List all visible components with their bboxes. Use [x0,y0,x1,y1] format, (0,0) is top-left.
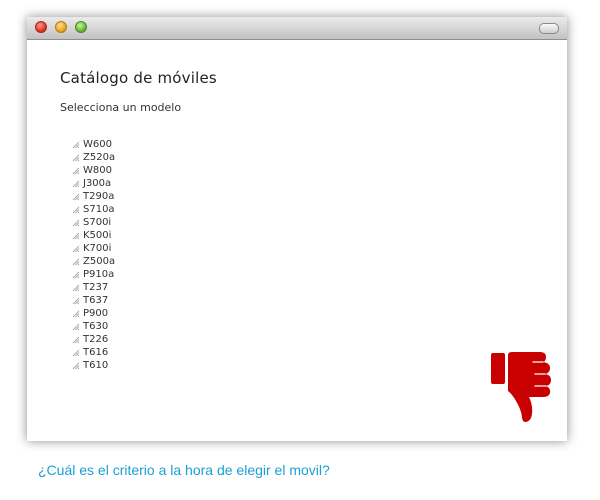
grip-icon [72,193,80,200]
grip-icon [72,232,80,239]
model-label: P900 [83,308,109,319]
model-label: S700i [83,217,112,228]
model-list-item[interactable]: S700i [72,216,115,229]
model-label: T226 [83,334,109,345]
model-label: J300a [83,178,112,189]
grip-icon [72,206,80,213]
model-label: T630 [83,321,109,332]
model-list-item[interactable]: T290a [72,190,115,203]
model-list-item[interactable]: T226 [72,333,115,346]
grip-icon [72,310,80,317]
model-label: T616 [83,347,109,358]
model-label: T610 [83,360,109,371]
model-label: T237 [83,282,109,293]
grip-icon [72,284,80,291]
grip-icon [72,349,80,356]
model-list-item[interactable]: T237 [72,281,115,294]
grip-icon [72,336,80,343]
model-list-item[interactable]: P910a [72,268,115,281]
model-list-item[interactable]: K500i [72,229,115,242]
grip-icon [72,219,80,226]
grip-icon [72,167,80,174]
model-list-item[interactable]: W600 [72,138,115,151]
toolbar-toggle-button[interactable] [539,23,559,34]
browser-window: Catálogo de móviles Selecciona un modelo… [27,17,567,441]
grip-icon [72,297,80,304]
minimize-button[interactable] [55,21,67,33]
model-list-item[interactable]: Z520a [72,151,115,164]
model-label: K700i [83,243,112,254]
model-list-item[interactable]: T616 [72,346,115,359]
model-label: T637 [83,295,109,306]
window-titlebar [27,17,567,40]
model-label: Z500a [83,256,116,267]
question-link[interactable]: ¿Cuál es el criterio a la hora de elegir… [38,462,330,478]
model-list-item[interactable]: K700i [72,242,115,255]
page-title: Catálogo de móviles [60,69,217,87]
model-label: T290a [83,191,115,202]
model-label: P910a [83,269,115,280]
model-list-item[interactable]: Z500a [72,255,115,268]
grip-icon [72,180,80,187]
grip-icon [72,258,80,265]
model-list-item[interactable]: T637 [72,294,115,307]
grip-icon [72,362,80,369]
thumbs-down-icon [491,352,551,422]
model-list-item[interactable]: T610 [72,359,115,372]
model-list-item[interactable]: W800 [72,164,115,177]
grip-icon [72,271,80,278]
zoom-button[interactable] [75,21,87,33]
page-content: Catálogo de móviles Selecciona un modelo [60,69,217,114]
grip-icon [72,245,80,252]
model-list-item[interactable]: S710a [72,203,115,216]
page-subtitle: Selecciona un modelo [60,101,182,114]
close-button[interactable] [35,21,47,33]
grip-icon [72,141,80,148]
model-label: W600 [83,139,112,150]
model-list: W600 Z520a W800 J300a T290a S710a S700i K500i K7… [72,138,115,372]
model-label: W800 [83,165,112,176]
model-list-item[interactable]: T630 [72,320,115,333]
model-label: Z520a [83,152,116,163]
grip-icon [72,154,80,161]
model-label: S710a [83,204,115,215]
model-list-item[interactable]: P900 [72,307,115,320]
model-label: K500i [83,230,112,241]
model-list-item[interactable]: J300a [72,177,115,190]
grip-icon [72,323,80,330]
